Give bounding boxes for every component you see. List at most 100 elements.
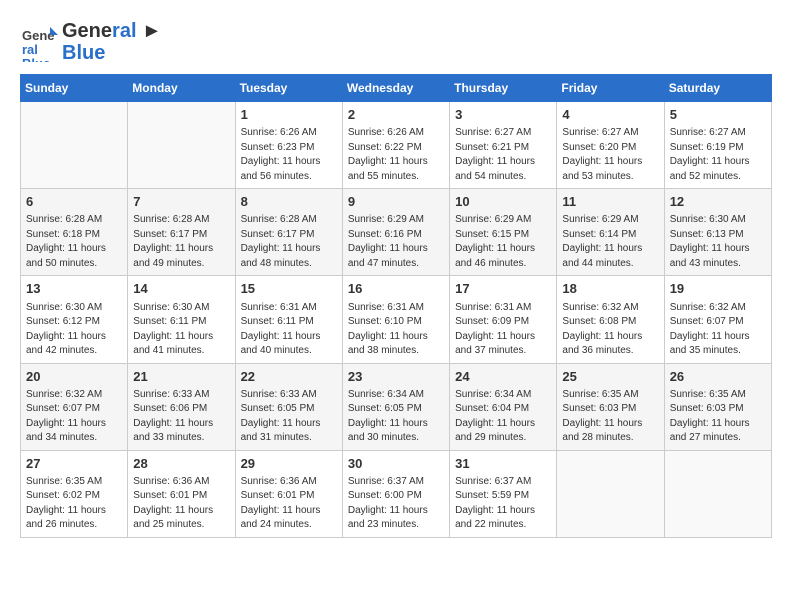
day-number: 11: [562, 193, 658, 211]
calendar-cell: [21, 102, 128, 189]
day-info: Sunrise: 6:32 AM Sunset: 6:07 PM Dayligh…: [26, 388, 122, 446]
day-number: 14: [133, 280, 229, 298]
day-number: 10: [455, 193, 551, 211]
calendar-cell: 4 Sunrise: 6:27 AM Sunset: 6:20 PM Daylig…: [557, 102, 664, 189]
week-row-4: 20 Sunrise: 6:32 AM Sunset: 6:07 PM Dayli…: [21, 363, 772, 450]
day-info: Sunrise: 6:35 AM Sunset: 6:03 PM Dayligh…: [562, 388, 658, 446]
calendar-cell: 6 Sunrise: 6:28 AM Sunset: 6:18 PM Daylig…: [21, 189, 128, 276]
day-info: Sunrise: 6:29 AM Sunset: 6:14 PM Dayligh…: [562, 213, 658, 271]
calendar-cell: 25 Sunrise: 6:35 AM Sunset: 6:03 PM Dayli…: [557, 363, 664, 450]
day-number: 13: [26, 280, 122, 298]
logo-blue: Blue: [62, 42, 162, 64]
calendar-cell: 31 Sunrise: 6:37 AM Sunset: 5:59 PM Dayli…: [450, 450, 557, 537]
svg-text:Blue: Blue: [22, 56, 50, 62]
calendar-cell: 21 Sunrise: 6:33 AM Sunset: 6:06 PM Dayli…: [128, 363, 235, 450]
day-info: Sunrise: 6:37 AM Sunset: 6:00 PM Dayligh…: [348, 475, 444, 533]
col-header-tuesday: Tuesday: [235, 75, 342, 102]
day-info: Sunrise: 6:28 AM Sunset: 6:17 PM Dayligh…: [133, 213, 229, 271]
day-info: Sunrise: 6:32 AM Sunset: 6:07 PM Dayligh…: [670, 301, 766, 359]
day-number: 12: [670, 193, 766, 211]
calendar-cell: 1 Sunrise: 6:26 AM Sunset: 6:23 PM Daylig…: [235, 102, 342, 189]
day-number: 20: [26, 368, 122, 386]
day-number: 6: [26, 193, 122, 211]
day-info: Sunrise: 6:29 AM Sunset: 6:16 PM Dayligh…: [348, 213, 444, 271]
day-info: Sunrise: 6:36 AM Sunset: 6:01 PM Dayligh…: [133, 475, 229, 533]
calendar-table: SundayMondayTuesdayWednesdayThursdayFrid…: [20, 74, 772, 538]
calendar-cell: 9 Sunrise: 6:29 AM Sunset: 6:16 PM Daylig…: [342, 189, 449, 276]
day-number: 5: [670, 106, 766, 124]
day-number: 29: [241, 455, 337, 473]
calendar-cell: 23 Sunrise: 6:34 AM Sunset: 6:05 PM Dayli…: [342, 363, 449, 450]
calendar-cell: 18 Sunrise: 6:32 AM Sunset: 6:08 PM Dayli…: [557, 276, 664, 363]
calendar-cell: 10 Sunrise: 6:29 AM Sunset: 6:15 PM Dayli…: [450, 189, 557, 276]
day-number: 3: [455, 106, 551, 124]
day-number: 25: [562, 368, 658, 386]
calendar-cell: 20 Sunrise: 6:32 AM Sunset: 6:07 PM Dayli…: [21, 363, 128, 450]
day-number: 21: [133, 368, 229, 386]
calendar-cell: [664, 450, 771, 537]
col-header-friday: Friday: [557, 75, 664, 102]
day-info: Sunrise: 6:31 AM Sunset: 6:09 PM Dayligh…: [455, 301, 551, 359]
calendar-cell: 13 Sunrise: 6:30 AM Sunset: 6:12 PM Dayli…: [21, 276, 128, 363]
calendar-cell: 5 Sunrise: 6:27 AM Sunset: 6:19 PM Daylig…: [664, 102, 771, 189]
day-number: 17: [455, 280, 551, 298]
day-info: Sunrise: 6:33 AM Sunset: 6:06 PM Dayligh…: [133, 388, 229, 446]
day-number: 31: [455, 455, 551, 473]
calendar-cell: 22 Sunrise: 6:33 AM Sunset: 6:05 PM Dayli…: [235, 363, 342, 450]
day-info: Sunrise: 6:34 AM Sunset: 6:04 PM Dayligh…: [455, 388, 551, 446]
day-number: 1: [241, 106, 337, 124]
day-number: 9: [348, 193, 444, 211]
col-header-monday: Monday: [128, 75, 235, 102]
day-info: Sunrise: 6:31 AM Sunset: 6:10 PM Dayligh…: [348, 301, 444, 359]
col-header-saturday: Saturday: [664, 75, 771, 102]
calendar-cell: 17 Sunrise: 6:31 AM Sunset: 6:09 PM Dayli…: [450, 276, 557, 363]
day-info: Sunrise: 6:37 AM Sunset: 5:59 PM Dayligh…: [455, 475, 551, 533]
day-number: 2: [348, 106, 444, 124]
day-info: Sunrise: 6:28 AM Sunset: 6:18 PM Dayligh…: [26, 213, 122, 271]
calendar-cell: [557, 450, 664, 537]
day-info: Sunrise: 6:30 AM Sunset: 6:11 PM Dayligh…: [133, 301, 229, 359]
week-row-3: 13 Sunrise: 6:30 AM Sunset: 6:12 PM Dayli…: [21, 276, 772, 363]
week-row-2: 6 Sunrise: 6:28 AM Sunset: 6:18 PM Daylig…: [21, 189, 772, 276]
day-number: 23: [348, 368, 444, 386]
day-number: 30: [348, 455, 444, 473]
calendar-header-row: SundayMondayTuesdayWednesdayThursdayFrid…: [21, 75, 772, 102]
day-number: 24: [455, 368, 551, 386]
calendar-cell: 12 Sunrise: 6:30 AM Sunset: 6:13 PM Dayli…: [664, 189, 771, 276]
day-number: 15: [241, 280, 337, 298]
day-info: Sunrise: 6:33 AM Sunset: 6:05 PM Dayligh…: [241, 388, 337, 446]
day-number: 27: [26, 455, 122, 473]
calendar-cell: 3 Sunrise: 6:27 AM Sunset: 6:21 PM Daylig…: [450, 102, 557, 189]
logo-svg: Gene ral Blue: [20, 22, 60, 62]
calendar-cell: 29Sunrise: 6:36 AM Sunset: 6:01 PM Dayli…: [235, 450, 342, 537]
day-info: Sunrise: 6:35 AM Sunset: 6:03 PM Dayligh…: [670, 388, 766, 446]
calendar-cell: 7Sunrise: 6:28 AM Sunset: 6:17 PM Daylig…: [128, 189, 235, 276]
day-number: 8: [241, 193, 337, 211]
day-info: Sunrise: 6:29 AM Sunset: 6:15 PM Dayligh…: [455, 213, 551, 271]
calendar-cell: 27 Sunrise: 6:35 AM Sunset: 6:02 PM Dayli…: [21, 450, 128, 537]
calendar-cell: 26 Sunrise: 6:35 AM Sunset: 6:03 PM Dayli…: [664, 363, 771, 450]
col-header-sunday: Sunday: [21, 75, 128, 102]
day-info: Sunrise: 6:26 AM Sunset: 6:22 PM Dayligh…: [348, 126, 444, 184]
day-number: 4: [562, 106, 658, 124]
day-info: Sunrise: 6:31 AM Sunset: 6:11 PM Dayligh…: [241, 301, 337, 359]
day-info: Sunrise: 6:30 AM Sunset: 6:13 PM Dayligh…: [670, 213, 766, 271]
day-number: 18: [562, 280, 658, 298]
day-info: Sunrise: 6:27 AM Sunset: 6:21 PM Dayligh…: [455, 126, 551, 184]
day-info: Sunrise: 6:34 AM Sunset: 6:05 PM Dayligh…: [348, 388, 444, 446]
calendar-cell: 16Sunrise: 6:31 AM Sunset: 6:10 PM Dayli…: [342, 276, 449, 363]
day-number: 26: [670, 368, 766, 386]
calendar-cell: 15 Sunrise: 6:31 AM Sunset: 6:11 PM Dayli…: [235, 276, 342, 363]
day-number: 28: [133, 455, 229, 473]
day-info: Sunrise: 6:30 AM Sunset: 6:12 PM Dayligh…: [26, 301, 122, 359]
svg-text:Gene: Gene: [22, 28, 55, 43]
day-info: Sunrise: 6:35 AM Sunset: 6:02 PM Dayligh…: [26, 475, 122, 533]
day-info: Sunrise: 6:27 AM Sunset: 6:20 PM Dayligh…: [562, 126, 658, 184]
day-number: 22: [241, 368, 337, 386]
day-info: Sunrise: 6:26 AM Sunset: 6:23 PM Dayligh…: [241, 126, 337, 184]
day-info: Sunrise: 6:32 AM Sunset: 6:08 PM Dayligh…: [562, 301, 658, 359]
calendar-cell: 8Sunrise: 6:28 AM Sunset: 6:17 PM Daylig…: [235, 189, 342, 276]
calendar-cell: 30 Sunrise: 6:37 AM Sunset: 6:00 PM Dayli…: [342, 450, 449, 537]
week-row-1: 1 Sunrise: 6:26 AM Sunset: 6:23 PM Daylig…: [21, 102, 772, 189]
day-info: Sunrise: 6:27 AM Sunset: 6:19 PM Dayligh…: [670, 126, 766, 184]
